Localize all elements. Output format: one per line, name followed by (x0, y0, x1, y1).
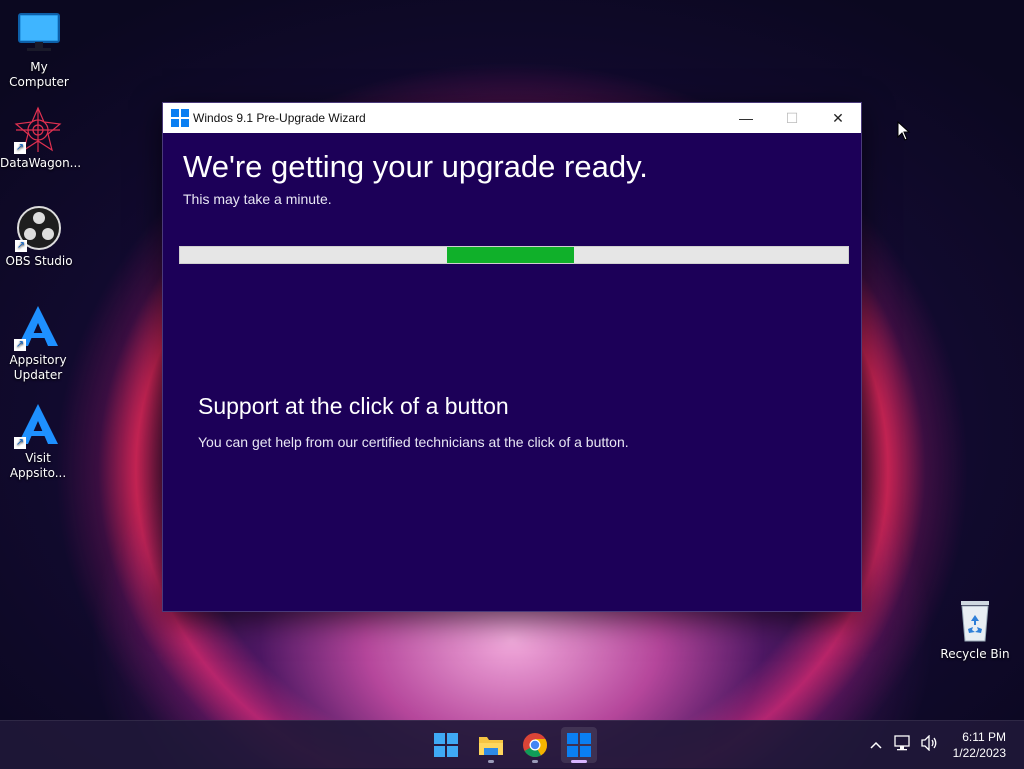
support-heading: Support at the click of a button (198, 393, 509, 419)
desktop-icon-label: My Computer (9, 60, 69, 89)
running-indicator (532, 760, 538, 763)
appsitory-logo-icon: ↗ (14, 401, 62, 449)
maximize-button[interactable]: ☐ (769, 103, 815, 133)
close-icon: ✕ (832, 109, 844, 126)
page-title: We're getting your upgrade ready. (183, 149, 648, 184)
volume-icon[interactable] (920, 734, 938, 755)
minimize-button[interactable]: — (723, 103, 769, 133)
page-subtitle: This may take a minute. (183, 191, 332, 207)
shortcut-arrow-icon: ↗ (14, 142, 26, 154)
desktop-icon-my-computer[interactable]: My Computer (1, 10, 77, 90)
network-icon[interactable] (894, 735, 912, 755)
running-indicator (488, 760, 494, 763)
desktop-icon-visit-appsitory[interactable]: ↗ Visit Appsito... (0, 401, 76, 481)
desktop-icon-label: Appsito... (9, 466, 67, 480)
taskbar: 6:11 PM 1/22/2023 (0, 720, 1024, 769)
chrome-icon (523, 733, 547, 758)
running-indicator (571, 760, 587, 763)
clock-time: 6:11 PM (962, 730, 1006, 744)
shortcut-arrow-icon: ↗ (14, 339, 26, 351)
shortcut-arrow-icon: ↗ (14, 437, 26, 449)
chrome-button[interactable] (517, 727, 553, 763)
clock-date: 1/22/2023 (952, 746, 1006, 760)
start-icon (434, 733, 458, 757)
desktop-icon-label: OBS Studio (5, 254, 73, 268)
close-button[interactable]: ✕ (815, 103, 861, 133)
obs-logo-icon: ↗ (15, 204, 63, 252)
appsitory-logo-icon: ↗ (14, 303, 62, 351)
desktop-icon-label: Recycle Bin (940, 647, 1010, 661)
desktop-icon-recycle-bin[interactable]: Recycle Bin (937, 597, 1013, 662)
progress-bar (179, 246, 849, 264)
desktop-icon-label: Updater (13, 368, 63, 382)
minimize-icon: — (739, 110, 753, 126)
maximize-icon: ☐ (785, 109, 799, 126)
chevron-up-icon[interactable] (866, 737, 886, 753)
shortcut-arrow-icon: ↗ (15, 240, 27, 252)
windows-logo-icon (567, 733, 591, 757)
upgrade-wizard-window: Windos 9.1 Pre-Upgrade Wizard — ☐ ✕ We'r… (162, 102, 862, 612)
mouse-cursor-icon (897, 120, 911, 145)
folder-icon (479, 737, 503, 755)
window-title: Windos 9.1 Pre-Upgrade Wizard (193, 111, 366, 125)
desktop-icon-label: Appsitory (9, 353, 67, 367)
upgrade-wizard-taskbar-button[interactable] (561, 727, 597, 763)
progress-indicator (447, 247, 575, 263)
desktop-icon-label: Visit (25, 451, 51, 465)
desktop-icon-datawagon[interactable]: ↗ DataWagon... (0, 106, 82, 171)
system-clock[interactable]: 6:11 PM 1/22/2023 (953, 729, 1006, 761)
desktop-icon-obs-studio[interactable]: ↗ OBS Studio (1, 204, 77, 269)
support-description: You can get help from our certified tech… (198, 434, 629, 450)
desktop-icon-label: DataWagon... (0, 156, 82, 170)
windows-logo-icon (171, 109, 189, 127)
file-explorer-button[interactable] (473, 727, 509, 763)
recycle-bin-icon (951, 597, 999, 645)
monitor-icon (15, 10, 63, 58)
title-bar[interactable]: Windos 9.1 Pre-Upgrade Wizard — ☐ ✕ (163, 103, 861, 133)
desktop-icon-appsitory-updater[interactable]: ↗ Appsitory Updater (0, 303, 76, 383)
datawagon-logo-icon: ↗ (14, 106, 62, 154)
start-button[interactable] (428, 727, 464, 763)
